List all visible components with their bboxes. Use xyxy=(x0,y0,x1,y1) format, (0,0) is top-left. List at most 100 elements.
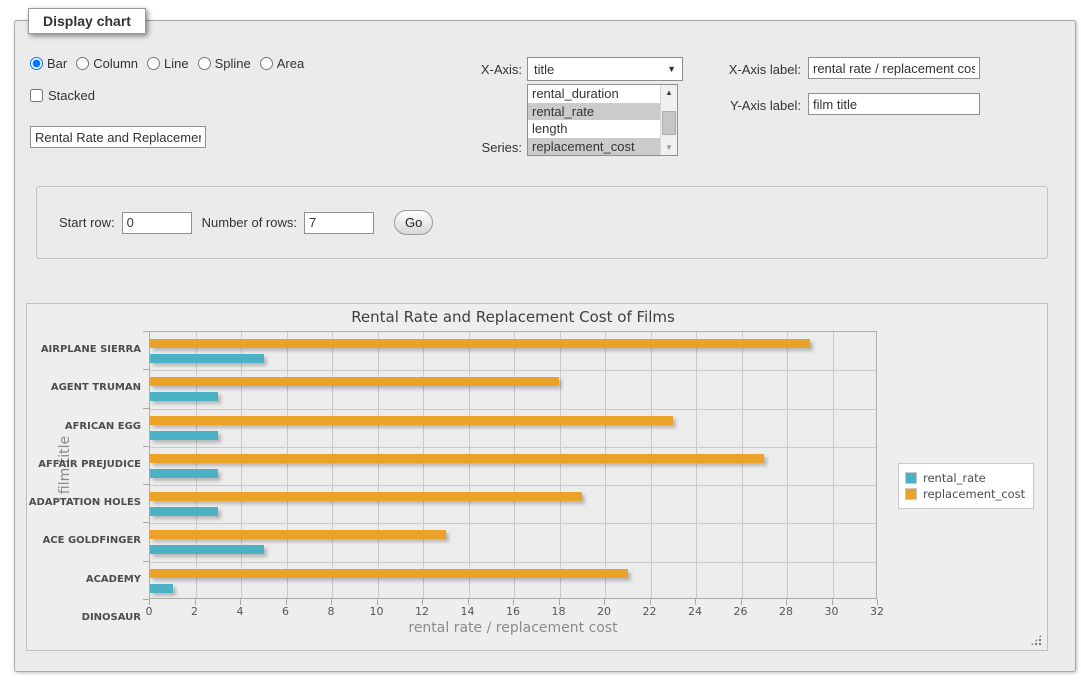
chart-x-axis-title: rental rate / replacement cost xyxy=(149,620,877,636)
radio-label: Bar xyxy=(47,56,67,71)
chart-type-option-bar[interactable]: Bar xyxy=(30,56,67,71)
bar-replacement_cost xyxy=(150,339,810,348)
series-option-replacement_cost[interactable]: replacement_cost xyxy=(528,138,660,156)
y-tick-mark xyxy=(143,561,149,562)
x-tick-label: 10 xyxy=(357,605,397,618)
gridline-vertical xyxy=(742,332,743,598)
x-axis-select[interactable]: title ▼ xyxy=(527,57,683,81)
start-row-input[interactable] xyxy=(122,212,192,234)
gridline-vertical xyxy=(287,332,288,598)
x-tick-label: 0 xyxy=(129,605,169,618)
radio-label: Spline xyxy=(215,56,251,71)
gridline-horizontal xyxy=(150,409,876,410)
x-tick-label: 32 xyxy=(857,605,897,618)
legend-item-replacement_cost: replacement_cost xyxy=(905,487,1025,501)
bar-replacement_cost xyxy=(150,530,446,539)
series-option-rental_duration[interactable]: rental_duration xyxy=(528,85,660,103)
gridline-vertical xyxy=(651,332,652,598)
x-tick-label: 6 xyxy=(266,605,306,618)
stacked-option[interactable]: Stacked xyxy=(30,88,95,103)
radio-line[interactable] xyxy=(147,57,160,70)
y-tick-label: ACE GOLDFINGER xyxy=(27,522,141,560)
stacked-label: Stacked xyxy=(48,88,95,103)
y-tick-label: AFRICAN EGG xyxy=(27,408,141,446)
chart-type-option-area[interactable]: Area xyxy=(260,56,304,71)
page: Display chart Bar Column Line Spline Area St… xyxy=(0,0,1081,681)
y-tick-label: AFFAIR PREJUDICE xyxy=(27,446,141,484)
x-tick-label: 14 xyxy=(448,605,488,618)
bar-rental_rate xyxy=(150,431,218,440)
gridline-horizontal xyxy=(150,485,876,486)
bar-replacement_cost xyxy=(150,454,764,463)
bar-rental_rate xyxy=(150,545,264,554)
x-tick-label: 26 xyxy=(721,605,761,618)
y-tick-label: ACADEMY DINOSAUR xyxy=(27,561,141,638)
y-tick-mark xyxy=(143,484,149,485)
chart-legend: rental_rate replacement_cost xyxy=(898,463,1034,509)
gridline-vertical xyxy=(560,332,561,598)
chart-type-radios: Bar Column Line Spline Area xyxy=(30,56,313,71)
row-range-panel: Start row: Number of rows: Go xyxy=(36,186,1048,259)
y-axis-label-input[interactable] xyxy=(808,93,980,115)
x-tick-label: 30 xyxy=(812,605,852,618)
num-rows-input[interactable] xyxy=(304,212,374,234)
series-option-length[interactable]: length xyxy=(528,120,660,138)
legend-swatch xyxy=(905,472,917,484)
y-axis-label-caption: Y-Axis label: xyxy=(705,98,801,113)
fieldset-legend: Display chart xyxy=(28,8,146,34)
radio-spline[interactable] xyxy=(198,57,211,70)
chart-type-option-column[interactable]: Column xyxy=(76,56,138,71)
radio-area[interactable] xyxy=(260,57,273,70)
gridline-vertical xyxy=(241,332,242,598)
chart-type-option-spline[interactable]: Spline xyxy=(198,56,251,71)
bar-rental_rate xyxy=(150,584,173,593)
gridline-vertical xyxy=(423,332,424,598)
x-tick-label: 8 xyxy=(311,605,351,618)
x-tick-label: 4 xyxy=(220,605,260,618)
gridline-horizontal xyxy=(150,562,876,563)
y-tick-label: AGENT TRUMAN xyxy=(27,369,141,407)
bar-replacement_cost xyxy=(150,377,559,386)
y-tick-mark xyxy=(143,522,149,523)
bar-rental_rate xyxy=(150,354,264,363)
y-tick-label: ADAPTATION HOLES xyxy=(27,484,141,522)
chart-type-option-line[interactable]: Line xyxy=(147,56,189,71)
gridline-vertical xyxy=(605,332,606,598)
series-select-label: Series: xyxy=(452,140,522,155)
gridline-horizontal xyxy=(150,523,876,524)
radio-label: Column xyxy=(93,56,138,71)
gridline-vertical xyxy=(469,332,470,598)
go-button[interactable]: Go xyxy=(394,210,433,235)
gridline-horizontal xyxy=(150,447,876,448)
series-listbox[interactable]: rental_durationrental_ratelengthreplacem… xyxy=(527,84,678,156)
resize-grip-icon[interactable] xyxy=(1030,634,1042,646)
gridline-vertical xyxy=(514,332,515,598)
x-tick-label: 22 xyxy=(630,605,670,618)
row-range-controls: Start row: Number of rows: Go xyxy=(59,187,433,258)
scroll-down-icon[interactable]: ▼ xyxy=(661,140,677,155)
gridline-vertical xyxy=(787,332,788,598)
scroll-up-icon[interactable]: ▲ xyxy=(661,85,677,100)
y-tick-mark xyxy=(143,331,149,332)
series-option-rental_rate[interactable]: rental_rate xyxy=(528,103,660,121)
x-axis-select-label: X-Axis: xyxy=(452,62,522,77)
scrollbar-thumb[interactable] xyxy=(662,111,676,135)
x-axis-label-input[interactable] xyxy=(808,57,980,79)
bar-rental_rate xyxy=(150,507,218,516)
listbox-scrollbar[interactable]: ▲ ▼ xyxy=(660,85,677,155)
chevron-down-icon: ▼ xyxy=(667,64,676,74)
legend-label: replacement_cost xyxy=(923,487,1025,501)
x-tick-label: 16 xyxy=(493,605,533,618)
num-rows-label: Number of rows: xyxy=(202,215,297,230)
bar-replacement_cost xyxy=(150,416,673,425)
radio-bar[interactable] xyxy=(30,57,43,70)
stacked-checkbox[interactable] xyxy=(30,89,43,102)
y-tick-mark xyxy=(143,369,149,370)
chart-title-input[interactable] xyxy=(30,126,206,148)
legend-label: rental_rate xyxy=(923,471,986,485)
radio-column[interactable] xyxy=(76,57,89,70)
x-tick-label: 12 xyxy=(402,605,442,618)
legend-swatch xyxy=(905,488,917,500)
series-options: rental_durationrental_ratelengthreplacem… xyxy=(528,85,660,155)
y-tick-label: AIRPLANE SIERRA xyxy=(27,331,141,369)
